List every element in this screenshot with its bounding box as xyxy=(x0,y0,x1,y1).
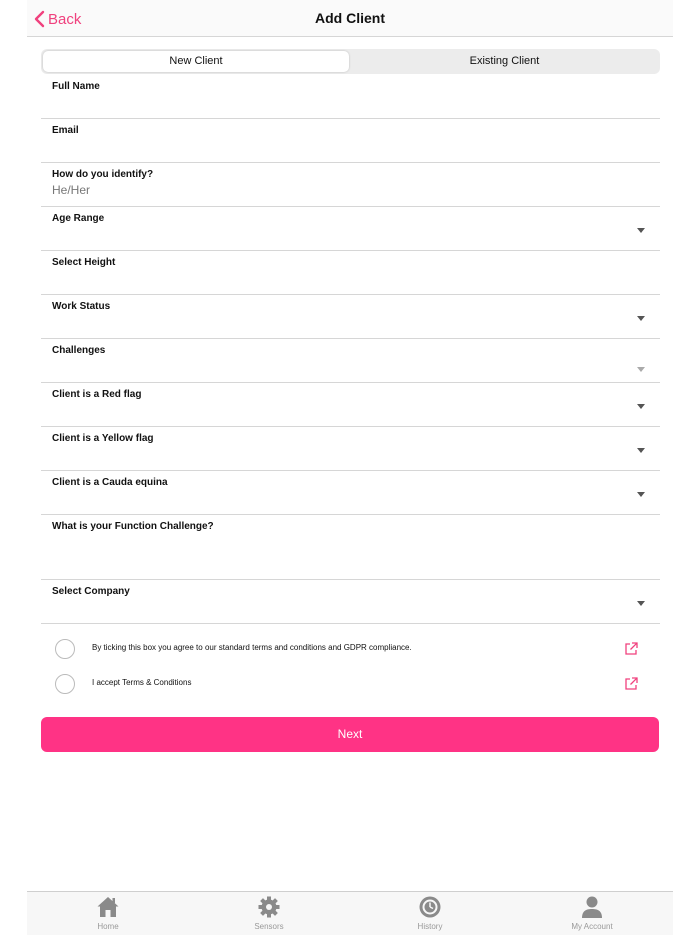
app-frame: Back Add Client New Client Existing Clie… xyxy=(27,0,673,935)
identify-label: How do you identify? xyxy=(52,169,154,180)
identify-value: He/Her xyxy=(52,183,91,197)
work-status-label: Work Status xyxy=(52,301,111,312)
terms-checkbox[interactable] xyxy=(55,674,75,694)
tab-home-label: Home xyxy=(97,922,119,931)
tab-history-label: History xyxy=(417,922,443,931)
home-icon xyxy=(97,897,119,917)
tab-sensors[interactable]: Sensors xyxy=(229,895,309,931)
external-link-icon[interactable] xyxy=(623,641,639,657)
email-field[interactable]: Email xyxy=(41,119,660,163)
terms-agreement-row: I accept Terms & Conditions xyxy=(41,673,660,697)
chevron-down-icon xyxy=(637,316,645,321)
company-dropdown[interactable]: Select Company xyxy=(41,580,660,624)
red-flag-dropdown[interactable]: Client is a Red flag xyxy=(41,383,660,427)
chevron-down-icon xyxy=(637,492,645,497)
height-selector[interactable]: Select Height xyxy=(41,251,660,295)
company-label: Select Company xyxy=(52,586,130,597)
tab-my-account[interactable]: My Account xyxy=(552,895,632,931)
height-label: Select Height xyxy=(52,257,116,268)
terms-agreement-text: I accept Terms & Conditions xyxy=(92,678,192,687)
email-label: Email xyxy=(52,125,79,136)
chevron-down-icon xyxy=(637,367,645,372)
nav-header: Back Add Client xyxy=(27,0,673,37)
work-status-dropdown[interactable]: Work Status xyxy=(41,295,660,339)
gdpr-agreement-text: By ticking this box you agree to our sta… xyxy=(92,643,412,652)
red-flag-label: Client is a Red flag xyxy=(52,389,142,400)
age-range-dropdown[interactable]: Age Range xyxy=(41,207,660,251)
history-icon xyxy=(419,896,441,918)
age-range-label: Age Range xyxy=(52,213,105,224)
chevron-down-icon xyxy=(637,404,645,409)
next-button[interactable]: Next xyxy=(41,717,659,752)
page-title: Add Client xyxy=(315,10,385,26)
tab-my-account-label: My Account xyxy=(571,922,613,931)
function-challenge-label: What is your Function Challenge? xyxy=(52,521,214,532)
yellow-flag-dropdown[interactable]: Client is a Yellow flag xyxy=(41,427,660,471)
user-icon xyxy=(582,896,602,918)
chevron-down-icon xyxy=(637,601,645,606)
full-name-label: Full Name xyxy=(52,81,100,92)
challenges-label: Challenges xyxy=(52,345,106,356)
chevron-down-icon xyxy=(637,448,645,453)
tab-home[interactable]: Home xyxy=(68,895,148,931)
challenges-dropdown[interactable]: Challenges xyxy=(41,339,660,383)
identify-field[interactable]: How do you identify? He/Her xyxy=(41,163,660,207)
tab-existing-client[interactable]: Existing Client xyxy=(351,51,658,72)
chevron-down-icon xyxy=(637,228,645,233)
tab-history[interactable]: History xyxy=(390,895,470,931)
bottom-tab-bar: Home Sensors History My Account xyxy=(27,891,673,935)
client-type-segmented-control: New Client Existing Client xyxy=(41,49,660,74)
cauda-equina-label: Client is a Cauda equina xyxy=(52,477,168,488)
external-link-icon[interactable] xyxy=(623,676,639,692)
function-challenge-field[interactable]: What is your Function Challenge? xyxy=(41,515,660,580)
tab-sensors-label: Sensors xyxy=(254,922,284,931)
gdpr-checkbox[interactable] xyxy=(55,639,75,659)
gdpr-agreement-row: By ticking this box you agree to our sta… xyxy=(41,638,660,662)
cauda-equina-dropdown[interactable]: Client is a Cauda equina xyxy=(41,471,660,515)
full-name-field[interactable]: Full Name xyxy=(41,75,660,119)
tab-new-client[interactable]: New Client xyxy=(43,51,349,72)
yellow-flag-label: Client is a Yellow flag xyxy=(52,433,154,444)
gear-icon xyxy=(258,896,280,918)
